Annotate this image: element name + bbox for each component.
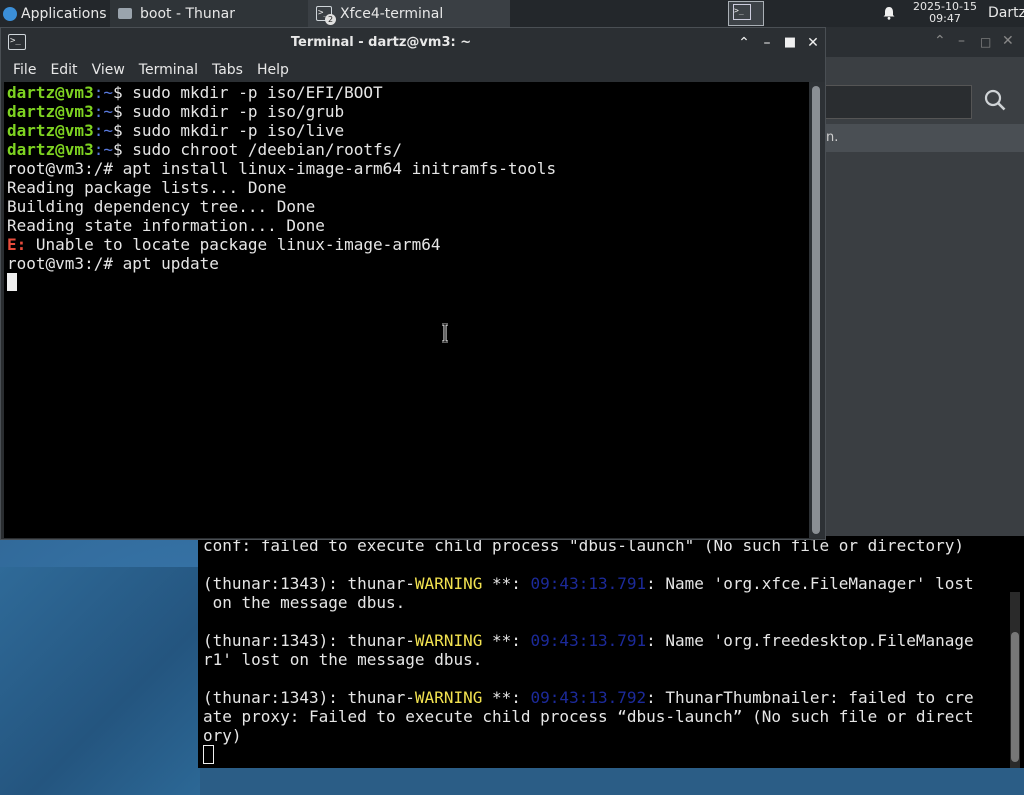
- scrollbar-thumb[interactable]: [1011, 632, 1019, 762]
- log-stars: **:: [482, 574, 531, 593]
- scrollbar-thumb[interactable]: [812, 86, 820, 534]
- taskbar-thunar[interactable]: boot - Thunar: [110, 0, 310, 27]
- thunar-infobar: n.: [826, 124, 1024, 152]
- workspace-icon: >_: [733, 4, 751, 20]
- menu-terminal[interactable]: Terminal: [132, 58, 205, 82]
- taskbar-thunar-label: boot - Thunar: [140, 5, 235, 22]
- background-terminal-scrollbar[interactable]: [1010, 592, 1020, 768]
- log-message: ory): [203, 726, 242, 745]
- log-stars: **:: [482, 631, 531, 650]
- command-line: sudo mkdir -p iso/EFI/BOOT: [132, 83, 383, 102]
- log-timestamp: 09:43:13.792: [530, 688, 647, 707]
- top-panel: Applications boot - Thunar >_ 2 Xfce4-ter…: [0, 0, 1024, 27]
- search-input[interactable]: [826, 85, 972, 119]
- log-message: : Name 'org.xfce.FileManager' lost: [646, 574, 974, 593]
- menu-edit[interactable]: Edit: [43, 58, 84, 82]
- menu-tabs[interactable]: Tabs: [205, 58, 250, 82]
- minimize-icon[interactable]: –: [758, 33, 776, 53]
- menu-file[interactable]: File: [6, 58, 43, 82]
- terminal-scrollbar[interactable]: [809, 82, 825, 538]
- terminal-window: >_ Terminal - dartz@vm3: ~ ⌃ – ■ ✕ File …: [0, 27, 826, 540]
- prompt-user: dartz@vm3: [7, 140, 94, 159]
- menu-help[interactable]: Help: [250, 58, 296, 82]
- output-line: Building dependency tree... Done: [7, 197, 316, 216]
- log-stars: **:: [482, 688, 531, 707]
- background-terminal[interactable]: conf: failed to execute child process "d…: [198, 536, 1024, 768]
- maximize-icon[interactable]: ■: [781, 33, 799, 53]
- command-line: sudo mkdir -p iso/live: [132, 121, 345, 140]
- root-prompt: root@vm3:/#: [7, 254, 123, 273]
- terminal-titlebar[interactable]: >_ Terminal - dartz@vm3: ~ ⌃ – ■ ✕: [1, 28, 825, 58]
- maximize-icon[interactable]: □: [980, 35, 991, 49]
- window-title: Terminal - dartz@vm3: ~: [290, 35, 472, 50]
- search-icon[interactable]: [984, 89, 1006, 111]
- command-line: sudo chroot /deebian/rootfs/: [132, 140, 402, 159]
- log-message: : Name 'org.freedesktop.FileManage: [646, 631, 974, 650]
- command-line: sudo mkdir -p iso/grub: [132, 102, 345, 121]
- menubar: File Edit View Terminal Tabs Help: [1, 58, 825, 82]
- text-cursor: [7, 273, 17, 291]
- clock[interactable]: 2025-10-15 09:47: [900, 0, 990, 27]
- terminal-icon: >_ 2: [316, 6, 336, 25]
- log-prefix: (thunar:1343): thunar-: [203, 574, 415, 593]
- ibeam-cursor-icon: [442, 323, 448, 343]
- terminal-screen[interactable]: dartz@vm3:~$ sudo mkdir -p iso/EFI/BOOT …: [4, 82, 809, 538]
- user-menu[interactable]: Dartz: [988, 0, 1024, 27]
- applications-menu[interactable]: Applications: [0, 0, 107, 27]
- prompt-path: :~: [93, 83, 113, 102]
- prompt-user: dartz@vm3: [7, 102, 94, 121]
- log-message: on the message dbus.: [203, 593, 406, 612]
- thunar-window: ⌃ – □ ✕ n.: [826, 27, 1024, 540]
- error-message: Unable to locate package linux-image-arm…: [26, 235, 441, 254]
- prompt-symbol: $: [112, 140, 133, 159]
- prompt-symbol: $: [112, 83, 133, 102]
- log-timestamp: 09:43:13.791: [530, 631, 647, 650]
- command-line: apt install linux-image-arm64 initramfs-…: [122, 159, 557, 178]
- command-line: apt update: [122, 254, 219, 273]
- prompt-path: :~: [93, 121, 113, 140]
- taskbar-terminal-label: Xfce4-terminal: [340, 5, 444, 22]
- terminal-output: dartz@vm3:~$ sudo mkdir -p iso/EFI/BOOT …: [7, 83, 556, 292]
- shade-icon[interactable]: ⌃: [735, 33, 753, 53]
- log-message: ate proxy: Failed to execute child proce…: [203, 707, 974, 726]
- log-prefix: (thunar:1343): thunar-: [203, 688, 415, 707]
- warning-label: WARNING: [414, 631, 483, 650]
- output-line: Reading state information... Done: [7, 216, 325, 235]
- applications-label: Applications: [21, 5, 107, 22]
- window-count-badge: 2: [325, 14, 336, 25]
- workspace-switcher[interactable]: >_: [728, 1, 764, 26]
- thunar-titlebar: ⌃ – □ ✕: [826, 27, 1024, 57]
- minimize-icon[interactable]: –: [958, 33, 965, 49]
- log-message: : ThunarThumbnailer: failed to cre: [646, 688, 974, 707]
- root-prompt: root@vm3:/#: [7, 159, 123, 178]
- warning-label: WARNING: [414, 574, 483, 593]
- background-cursor: [203, 745, 214, 764]
- desktop-wallpaper-shape: [0, 567, 200, 795]
- log-prefix: (thunar:1343): thunar-: [203, 631, 415, 650]
- bell-icon[interactable]: [882, 6, 896, 20]
- close-icon[interactable]: ✕: [804, 33, 822, 53]
- log-timestamp: 09:43:13.791: [530, 574, 647, 593]
- prompt-symbol: $: [112, 102, 133, 121]
- shade-icon[interactable]: ⌃: [934, 33, 946, 49]
- output-line: Reading package lists... Done: [7, 178, 287, 197]
- error-prefix: E:: [7, 235, 27, 254]
- close-icon[interactable]: ✕: [1002, 33, 1014, 49]
- prompt-path: :~: [93, 102, 113, 121]
- menu-view[interactable]: View: [85, 58, 132, 82]
- xfce-menu-icon: [3, 6, 17, 21]
- prompt-user: dartz@vm3: [7, 83, 94, 102]
- clock-time: 09:47: [929, 12, 961, 25]
- prompt-path: :~: [93, 140, 113, 159]
- background-terminal-output: conf: failed to execute child process "d…: [203, 536, 974, 764]
- prompt-symbol: $: [112, 121, 133, 140]
- taskbar-terminal[interactable]: >_ 2 Xfce4-terminal: [308, 0, 510, 27]
- prompt-user: dartz@vm3: [7, 121, 94, 140]
- log-message: r1' lost on the message dbus.: [203, 650, 483, 669]
- warning-label: WARNING: [414, 688, 483, 707]
- folder-icon: [118, 8, 132, 19]
- thunar-content: [826, 152, 1024, 540]
